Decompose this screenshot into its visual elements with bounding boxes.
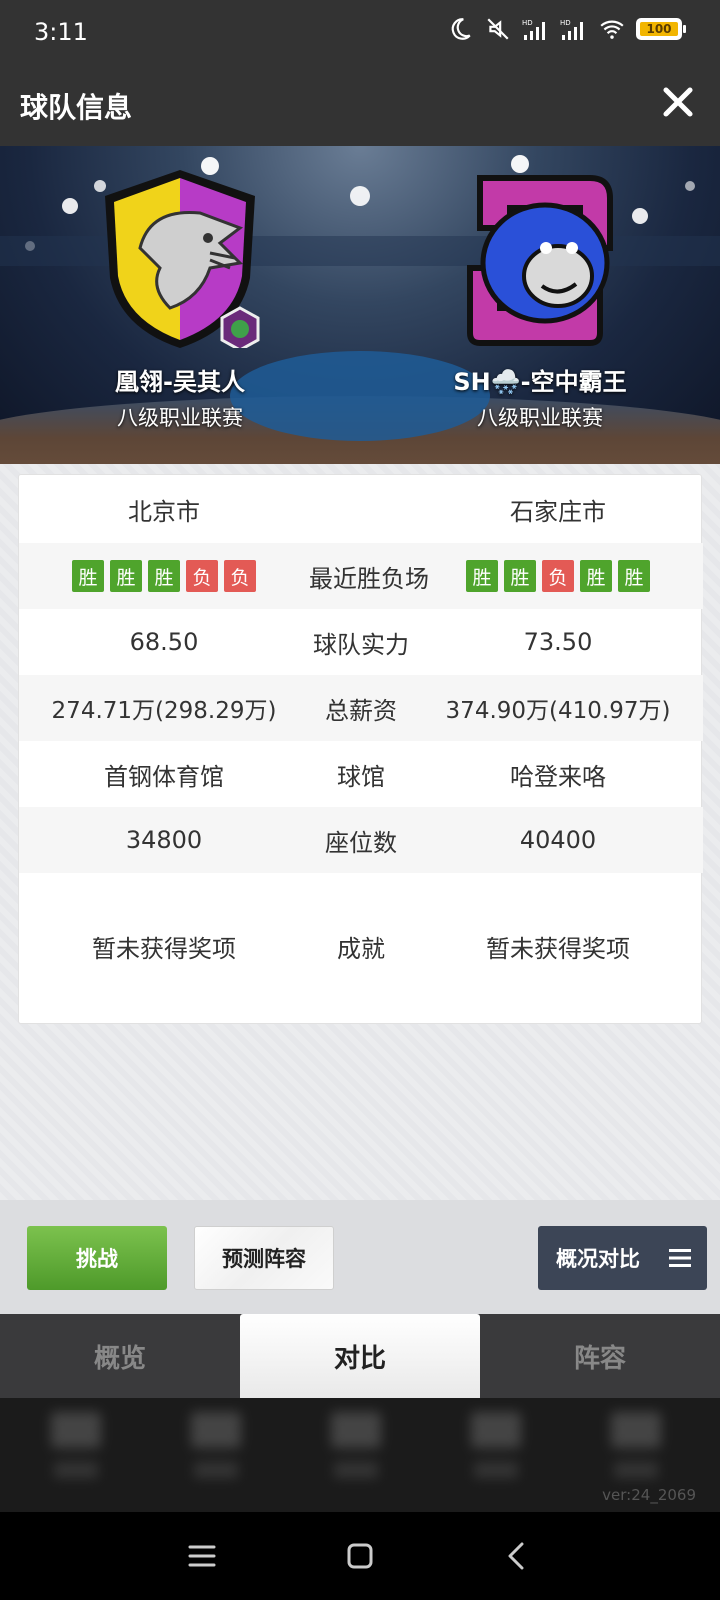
home-result-badge: 负 — [224, 560, 256, 592]
home-city: 北京市 — [128, 497, 200, 526]
blurred-menu-item — [466, 1412, 526, 1492]
status-icons: HD HD 100 — [446, 16, 686, 42]
away-result-badge: 胜 — [580, 560, 612, 592]
battery-icon: 100 — [636, 18, 686, 40]
signal-icon: HD — [522, 19, 545, 40]
blurred-bottom-menu: ver:24_2069 — [0, 1398, 720, 1512]
home-seats: 34800 — [125, 826, 203, 854]
challenge-button[interactable]: 挑战 — [27, 1226, 167, 1290]
away-recent-results: 胜胜负胜胜 — [413, 560, 703, 592]
home-recent-results: 胜胜胜负负 — [19, 560, 309, 592]
away-seats: 40400 — [519, 826, 597, 854]
comparison-card: 北京市 石家庄市 胜胜胜负负 最近胜负场 胜胜负胜胜 68.50 球队实力 73… — [18, 474, 703, 1024]
seats-label: 座位数 — [325, 828, 397, 857]
action-bar: 挑战 预测阵容 概况对比 — [0, 1200, 720, 1314]
away-strength: 73.50 — [523, 628, 593, 656]
salary-label: 总薪资 — [325, 696, 397, 725]
dragon-shield-logo — [105, 170, 260, 348]
home-team-name: 凰翎-吴其人 — [115, 368, 245, 396]
away-salary: 374.90万(410.97万) — [445, 698, 671, 724]
menu-icon — [669, 1249, 691, 1267]
mute-icon — [487, 18, 509, 40]
row-recent: 胜胜胜负负 最近胜负场 胜胜负胜胜 — [19, 543, 703, 609]
home-strength: 68.50 — [129, 628, 199, 656]
svg-text:HD: HD — [522, 19, 533, 27]
row-salary: 274.71万(298.29万) 总薪资 374.90万(410.97万) — [19, 675, 703, 741]
compare-overview-label: 概况对比 — [556, 1247, 640, 1271]
team-header: 凰翎-吴其人 八级职业联赛 SH🌨️-空中霸王 八级职业联赛 — [0, 146, 720, 464]
away-team-name: SH🌨️-空中霸王 — [453, 368, 627, 396]
blurred-menu-item — [46, 1412, 106, 1492]
status-bar: 3:11 HD HD 100 — [0, 0, 720, 62]
away-result-badge: 胜 — [466, 560, 498, 592]
home-result-badge: 胜 — [110, 560, 142, 592]
page-title: 球队信息 — [20, 91, 133, 124]
arena-label: 球馆 — [337, 762, 385, 791]
away-arena: 哈登来咯 — [510, 762, 606, 791]
home-salary: 274.71万(298.29万) — [51, 698, 277, 724]
home-result-badge: 胜 — [72, 560, 104, 592]
title-bar: 球队信息 — [0, 62, 720, 146]
home-icon[interactable] — [342, 1538, 378, 1574]
away-result-badge: 胜 — [504, 560, 536, 592]
home-team-league: 八级职业联赛 — [117, 406, 243, 430]
home-team[interactable]: 凰翎-吴其人 八级职业联赛 — [30, 146, 330, 464]
away-city: 石家庄市 — [510, 497, 606, 526]
away-result-badge: 负 — [542, 560, 574, 592]
recents-icon[interactable] — [184, 1538, 220, 1574]
away-result-badge: 胜 — [618, 560, 650, 592]
strength-label: 球队实力 — [313, 630, 409, 659]
signal-icon-2: HD — [560, 19, 583, 40]
away-team-league: 八级职业联赛 — [477, 406, 603, 430]
svg-text:HD: HD — [560, 19, 571, 27]
row-arena: 首钢体育馆 球馆 哈登来咯 — [19, 741, 703, 807]
compare-overview-button[interactable]: 概况对比 — [538, 1226, 707, 1290]
home-achievements: 暂未获得奖项 — [92, 934, 236, 963]
tab-overview[interactable]: 概览 — [0, 1314, 240, 1398]
system-nav-bar — [0, 1512, 720, 1600]
version-label: ver:24_2069 — [602, 1486, 696, 1504]
tab-lineup[interactable]: 阵容 — [480, 1314, 720, 1398]
blurred-menu-item — [326, 1412, 386, 1492]
row-strength: 68.50 球队实力 73.50 — [19, 609, 703, 675]
tab-bar: 概览 对比 阵容 — [0, 1314, 720, 1398]
back-icon[interactable] — [500, 1538, 536, 1574]
predict-lineup-button[interactable]: 预测阵容 — [194, 1226, 334, 1290]
gorilla-logo — [467, 175, 613, 346]
blurred-menu-item — [186, 1412, 246, 1492]
blurred-menu-item — [606, 1412, 666, 1492]
home-result-badge: 负 — [186, 560, 218, 592]
wifi-icon — [600, 20, 624, 39]
status-time: 3:11 — [34, 18, 88, 46]
row-achievements: 暂未获得奖项 成就 暂未获得奖项 — [19, 873, 703, 1019]
recent-label: 最近胜负场 — [309, 564, 429, 593]
moon-icon — [451, 18, 471, 40]
close-icon[interactable] — [660, 84, 696, 120]
away-team[interactable]: SH🌨️-空中霸王 八级职业联赛 — [390, 146, 690, 464]
home-arena: 首钢体育馆 — [104, 762, 224, 791]
row-city: 北京市 石家庄市 — [19, 475, 703, 543]
tab-compare[interactable]: 对比 — [240, 1314, 480, 1398]
home-result-badge: 胜 — [148, 560, 180, 592]
row-seats: 34800 座位数 40400 — [19, 807, 703, 873]
away-achievements: 暂未获得奖项 — [486, 934, 630, 963]
achievements-label: 成就 — [337, 934, 385, 963]
